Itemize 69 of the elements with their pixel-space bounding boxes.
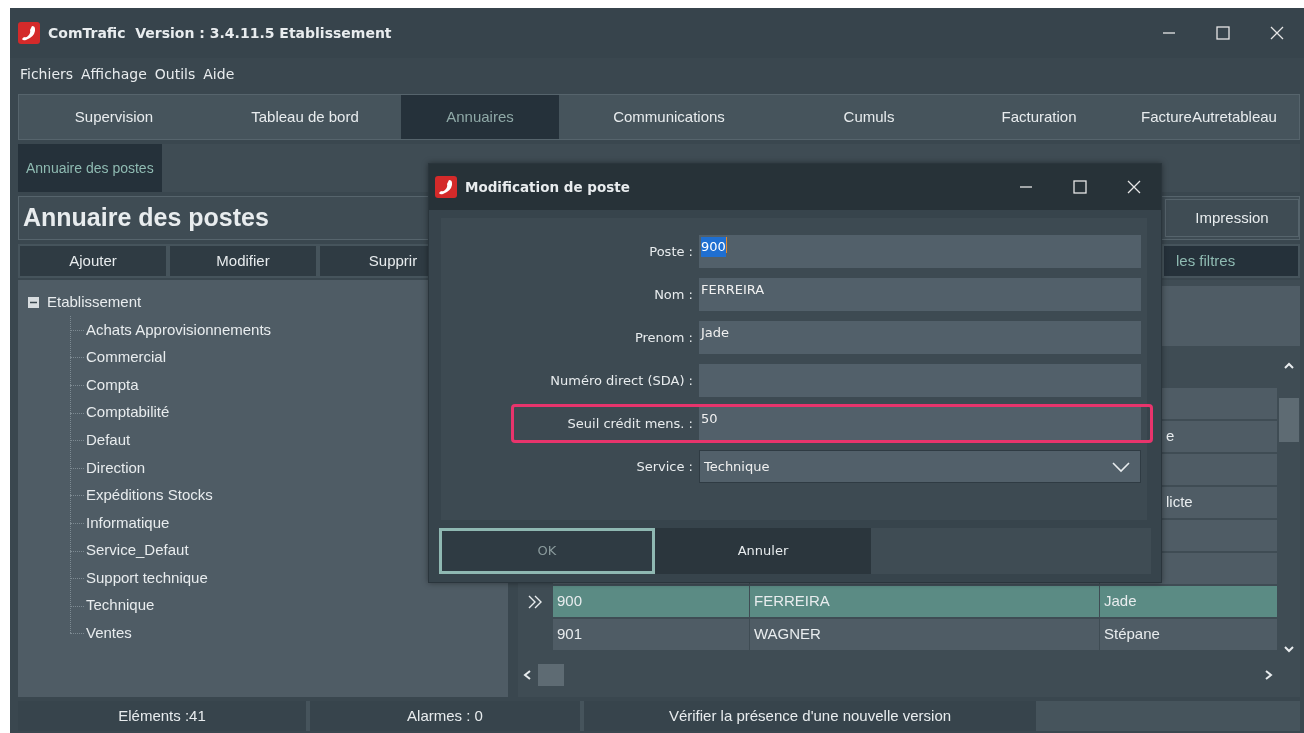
tree-item[interactable]: Technique bbox=[86, 594, 155, 617]
menu-item[interactable]: Affichage bbox=[79, 63, 149, 85]
input-field[interactable] bbox=[699, 364, 1141, 397]
table-cell-text: licte bbox=[1166, 492, 1193, 513]
field-label: Nom : bbox=[653, 285, 694, 304]
app-logo-icon bbox=[435, 176, 457, 198]
scrollbar-thumb[interactable] bbox=[1279, 398, 1299, 442]
dialog-title: Modification de poste bbox=[465, 177, 630, 197]
input-field[interactable]: 900 bbox=[699, 235, 1141, 268]
window-title: ComTrafic Version : 3.4.11.5 Etablissement bbox=[48, 23, 392, 43]
main-tab[interactable]: Supervision bbox=[19, 95, 209, 139]
toolbar-button[interactable]: Ajouter bbox=[20, 246, 166, 276]
menu-item[interactable]: Outils bbox=[152, 63, 198, 85]
close-icon bbox=[1127, 180, 1141, 194]
table-row[interactable]: 901 WAGNER Stépane bbox=[518, 619, 1278, 652]
app-logo-icon bbox=[18, 22, 40, 44]
field-label: Seuil crédit mens. : bbox=[566, 414, 694, 433]
field-label: Poste : bbox=[648, 242, 694, 261]
maximize-icon bbox=[1216, 26, 1230, 40]
menu-item[interactable]: Fichiers bbox=[18, 63, 76, 85]
tree-item[interactable]: Support technique bbox=[86, 566, 208, 590]
main-tab[interactable]: Communications bbox=[559, 95, 779, 139]
tree-item[interactable]: Achats Approvisionnements bbox=[86, 318, 272, 342]
table-cell-text: FERREIRA bbox=[754, 591, 830, 612]
input-field[interactable]: FERREIRA bbox=[699, 278, 1141, 311]
main-tab[interactable]: Facturation bbox=[959, 95, 1119, 139]
tree-item[interactable]: Ventes bbox=[86, 622, 132, 645]
table-row[interactable]: 900 FERREIRA Jade bbox=[518, 586, 1278, 619]
table-cell-text: e bbox=[1166, 426, 1175, 447]
tree-item[interactable]: Etablissement bbox=[47, 290, 142, 314]
tree-item[interactable]: Direction bbox=[86, 456, 146, 479]
tree-item[interactable]: Comptabilité bbox=[86, 401, 170, 424]
tree-item[interactable]: Compta bbox=[86, 373, 139, 397]
input-field[interactable]: Jade bbox=[699, 321, 1141, 354]
tree-item[interactable]: Informatique bbox=[86, 511, 170, 535]
main-tab[interactable]: FactureAutretableau bbox=[1119, 95, 1299, 139]
status-text: Alarmes : 0 bbox=[310, 701, 580, 731]
print-button[interactable]: Impression bbox=[1165, 199, 1299, 237]
table-cell-text: Jade bbox=[1104, 591, 1137, 612]
toolbar-button[interactable]: Modifier bbox=[170, 246, 316, 276]
field-label: Prenom : bbox=[633, 328, 694, 347]
status-text: Vérifier la présence d'une nouvelle version bbox=[584, 701, 1036, 731]
main-tab[interactable]: Annuaires bbox=[401, 95, 559, 139]
maximize-icon bbox=[1073, 180, 1087, 194]
tree-item[interactable]: Service_Defaut bbox=[86, 539, 189, 562]
main-tab[interactable]: Tableau de bord bbox=[209, 95, 401, 139]
table-cell-text: 900 bbox=[557, 591, 583, 612]
table-cell-text: Stépane bbox=[1104, 624, 1160, 645]
dropdown-caret-icon bbox=[1112, 460, 1130, 473]
tree-item[interactable]: Commercial bbox=[86, 346, 166, 369]
close-icon bbox=[1270, 26, 1284, 40]
sub-tab[interactable]: Annuaire des postes bbox=[18, 144, 162, 192]
input-field[interactable]: 50 bbox=[699, 407, 1141, 440]
tree-item[interactable]: Expéditions Stocks bbox=[86, 484, 213, 507]
service-dropdown[interactable]: Technique bbox=[699, 450, 1141, 483]
tree-item[interactable]: Defaut bbox=[86, 428, 131, 452]
field-label: Numéro direct (SDA) : bbox=[549, 371, 694, 390]
table-cell-text: 901 bbox=[557, 624, 583, 645]
field-label: Service : bbox=[635, 457, 694, 476]
collapse-icon[interactable] bbox=[28, 296, 39, 308]
table-cell-text: WAGNER bbox=[754, 624, 821, 645]
scrollbar-thumb[interactable] bbox=[538, 664, 564, 686]
status-text: Eléments :41 bbox=[18, 701, 306, 731]
dialog-button[interactable]: OK bbox=[439, 528, 655, 574]
menu-item[interactable]: Aide bbox=[201, 63, 237, 85]
filter-button[interactable]: les filtres bbox=[1164, 246, 1298, 276]
page-title: Annuaire des postes bbox=[22, 202, 269, 234]
dialog-button[interactable]: Annuler bbox=[655, 528, 871, 574]
main-tab[interactable]: Cumuls bbox=[779, 95, 959, 139]
